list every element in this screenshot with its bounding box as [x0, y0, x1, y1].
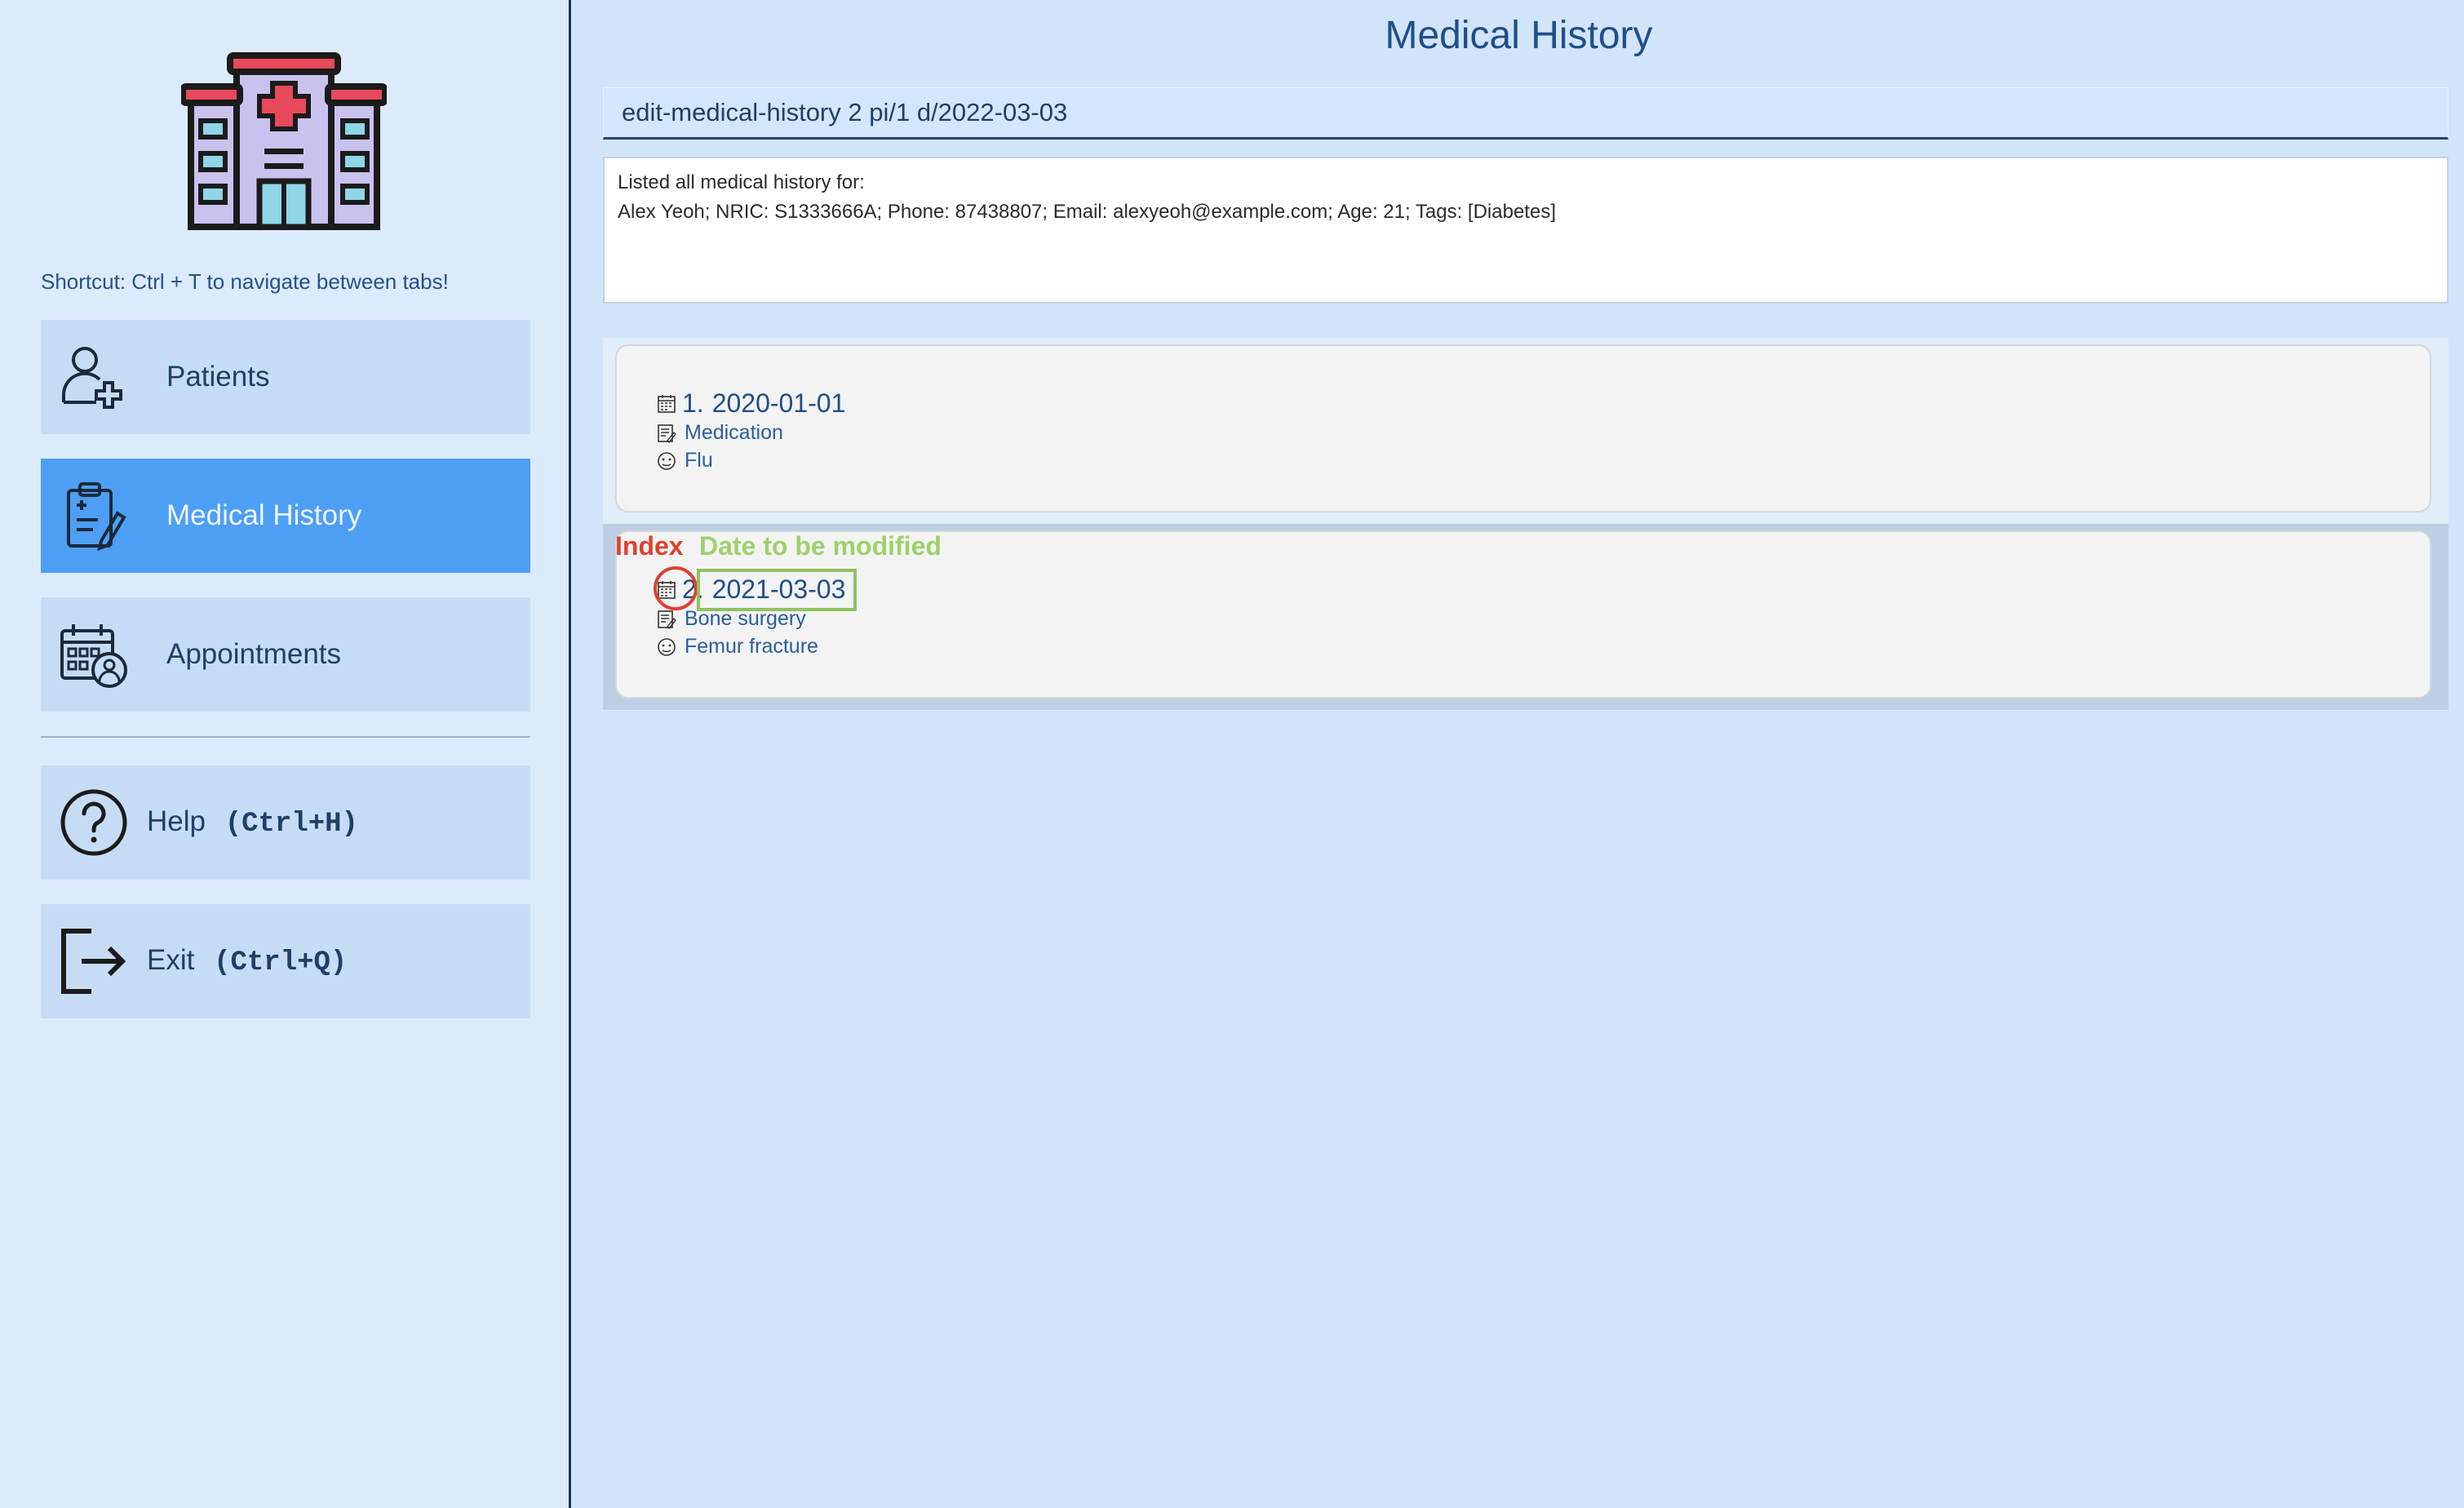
index-annotation: Index: [615, 531, 684, 561]
sidebar: Shortcut: Ctrl + T to navigate between t…: [0, 0, 571, 1508]
list-item[interactable]: 1. 2020-01-01 Medication Flu: [603, 338, 2448, 524]
help-shortcut: (Ctrl+H): [224, 809, 358, 840]
record-condition: Flu: [685, 449, 713, 472]
exit-label: Exit (Ctrl+Q): [147, 944, 347, 978]
result-display: Listed all medical history for: Alex Yeo…: [603, 157, 2448, 304]
index-highlight-circle: [654, 566, 698, 610]
record-date-line: 1. 2020-01-01: [656, 388, 845, 419]
notes-icon: [658, 424, 676, 443]
exit-icon: [61, 929, 126, 994]
tab-patients-label: Patients: [166, 361, 270, 393]
help-label: Help (Ctrl+H): [147, 805, 358, 840]
sick-face-icon: [658, 451, 676, 470]
record-date: 2020-01-01: [711, 388, 846, 418]
date-annotation: Date to be modified: [699, 531, 942, 561]
record-condition-line: Flu: [656, 449, 713, 472]
medical-history-list[interactable]: 1. 2020-01-01 Medication Flu 2. 2021-03-…: [603, 338, 2448, 711]
hospital-icon: [181, 52, 387, 230]
record-condition: Femur fracture: [685, 635, 818, 658]
exit-text: Exit: [147, 944, 195, 976]
tab-appointments-label: Appointments: [166, 638, 342, 670]
clipboard-icon: [67, 482, 126, 552]
tab-patients[interactable]: Patients: [41, 320, 530, 434]
add-patient-icon: [62, 347, 122, 409]
help-text: Help: [147, 805, 206, 837]
record-card: 1. 2020-01-01 Medication Flu: [615, 344, 2431, 512]
calendar-doctor-icon: [60, 624, 127, 688]
tab-medical-history[interactable]: Medical History: [41, 459, 530, 573]
help-icon: [60, 789, 127, 856]
exit-button[interactable]: Exit (Ctrl+Q): [41, 904, 530, 1018]
tab-appointments[interactable]: Appointments: [41, 597, 530, 712]
command-input-value: edit-medical-history 2 pi/1 d/2022-03-03: [622, 98, 1068, 126]
record-treatment: Medication: [685, 421, 783, 444]
page-title: Medical History: [1385, 14, 1653, 57]
command-input[interactable]: edit-medical-history 2 pi/1 d/2022-03-03: [603, 87, 2448, 140]
result-line: Listed all medical history for:: [618, 171, 865, 193]
record-condition-line: Femur fracture: [656, 635, 818, 659]
date-highlight-box: [697, 569, 857, 611]
calendar-icon: [658, 394, 676, 413]
exit-shortcut: (Ctrl+Q): [214, 947, 348, 978]
nav-divider: [41, 736, 530, 738]
result-line: Alex Yeoh; NRIC: S1333666A; Phone: 87438…: [618, 201, 1556, 223]
help-button[interactable]: Help (Ctrl+H): [41, 765, 530, 880]
sick-face-icon: [658, 637, 676, 656]
tab-medical-history-label: Medical History: [166, 499, 362, 531]
shortcut-hint: Shortcut: Ctrl + T to navigate between t…: [41, 269, 449, 294]
record-treatment-line: Medication: [656, 421, 783, 445]
record-index: 1.: [682, 388, 704, 418]
notes-icon: [658, 610, 676, 629]
